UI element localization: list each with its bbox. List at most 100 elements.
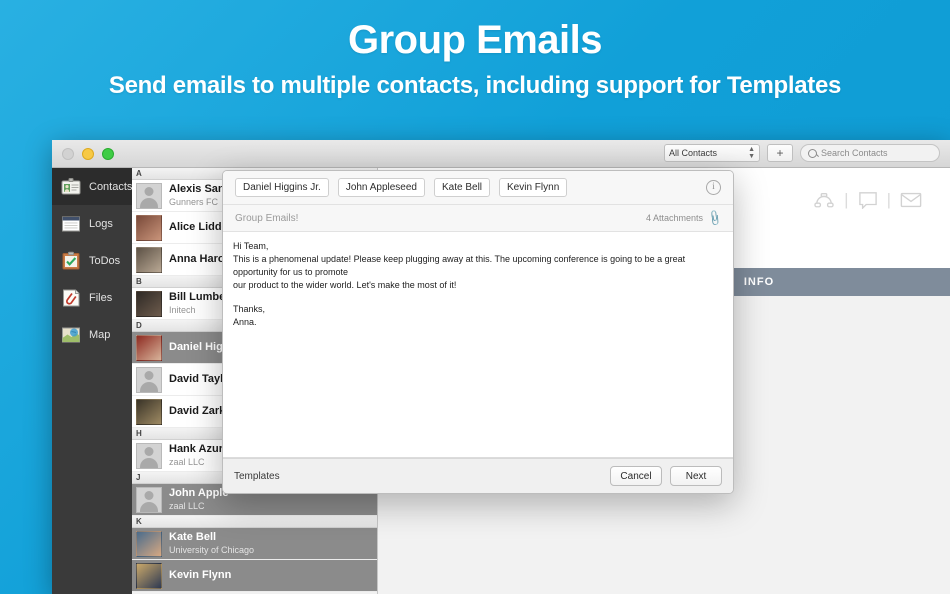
traffic-lights (62, 147, 114, 160)
avatar (136, 246, 162, 273)
clipboard-check-icon (60, 250, 82, 272)
promo-title: Group Emails (347, 18, 603, 62)
subject-value: Group Emails! (235, 212, 299, 224)
sidebar-item-todos[interactable]: ToDos (52, 242, 132, 279)
contact-name: John Apple (169, 487, 229, 499)
contact-row[interactable]: Kate Bell University of Chicago (132, 528, 377, 560)
recipient-token[interactable]: Daniel Higgins Jr. (235, 178, 329, 197)
avatar (136, 398, 162, 425)
maximize-window-button[interactable] (102, 147, 114, 160)
body-line-2: our product to the wider world. Let's ma… (233, 280, 457, 291)
chevron-updown-icon: ▲ ▼ (748, 146, 755, 160)
detail-action-icons: | | (813, 190, 922, 210)
contact-organization: Initech (169, 304, 196, 315)
message-icon[interactable] (858, 191, 878, 209)
avatar-placeholder (136, 182, 162, 209)
promo-header: Group Emails Send emails to multiple con… (0, 0, 950, 100)
avatar (136, 290, 162, 317)
dialog-footer: Templates Cancel Next (223, 458, 733, 493)
attachments-count: 4 Attachments (645, 213, 703, 223)
paperclip-icon[interactable]: 📎 (706, 209, 725, 228)
contact-row[interactable]: Kevin Flynn (132, 560, 377, 592)
contact-name: Kevin Flynn (169, 568, 232, 581)
next-label: Next (685, 470, 707, 482)
contact-name: Kate Bell (169, 531, 217, 543)
contact-name: David Taylo (169, 372, 230, 385)
contact-info: John Apple zaal LLC (169, 487, 228, 512)
tab-info-label: INFO (743, 276, 775, 288)
body-closing: Thanks, (233, 304, 266, 315)
contact-name: Hank Azure (169, 443, 230, 455)
contact-info: Bill Lumber Initech (169, 291, 230, 316)
subject-row[interactable]: Group Emails! 4 Attachments 📎 (223, 205, 733, 232)
footer-actions: Cancel Next (610, 466, 722, 486)
sidebar-item-label: Contacts (89, 180, 133, 193)
contact-info: David Taylo (169, 373, 230, 387)
sidebar-item-map[interactable]: Map (52, 316, 132, 353)
contact-info: Hank Azure zaal LLC (169, 443, 229, 468)
email-body[interactable]: Hi Team, This is a phenomenal update! Pl… (223, 232, 733, 458)
contact-name: Alice Lidde (169, 220, 228, 233)
avatar (136, 530, 162, 557)
add-contact-button[interactable]: + (767, 144, 793, 162)
contact-organization: University of Chicago (169, 544, 255, 555)
paperclip-icon (60, 287, 82, 309)
next-button[interactable]: Next (670, 466, 722, 486)
contact-name: Anna Haro (169, 252, 225, 265)
search-icon (808, 148, 817, 158)
search-contacts-field[interactable]: Search Contacts (800, 144, 940, 162)
sidebar-item-label: Map (89, 328, 111, 341)
contacts-section-header: K (132, 516, 377, 528)
recipient-token[interactable]: John Appleseed (337, 178, 425, 197)
divider: | (844, 190, 849, 209)
window-titlebar: All Contacts ▲ ▼ + Search Contacts (52, 140, 950, 168)
sidebar-item-logs[interactable]: Logs (52, 205, 132, 242)
info-icon[interactable]: i (706, 180, 721, 195)
contact-name: Daniel Higg (169, 340, 230, 353)
sidebar-item-label: ToDos (89, 254, 121, 267)
contact-name: Bill Lumber (169, 291, 230, 303)
recipient-token[interactable]: Kevin Flynn (499, 178, 568, 197)
body-signature: Anna. (233, 317, 257, 328)
cancel-button[interactable]: Cancel (610, 466, 662, 486)
templates-button[interactable]: Templates (234, 471, 280, 482)
cancel-label: Cancel (620, 470, 652, 482)
contact-info: Kevin Flynn (169, 569, 231, 583)
globe-map-icon (60, 324, 82, 346)
minimize-window-button[interactable] (82, 147, 94, 160)
phone-icon[interactable] (813, 191, 835, 209)
sidebar-item-contacts[interactable]: Contacts (52, 168, 132, 205)
sidebar: Contacts Logs ToDos Files Map (52, 168, 132, 594)
avatar-placeholder (136, 442, 162, 469)
avatar-placeholder (136, 366, 162, 393)
plus-icon: + (776, 146, 784, 160)
contact-info: Alice Lidde (169, 221, 228, 235)
body-greeting: Hi Team, (233, 241, 269, 251)
contact-info: Kate Bell University of Chicago (169, 531, 254, 556)
avatar (136, 562, 162, 589)
toolbar-right: All Contacts ▲ ▼ + Search Contacts (664, 144, 940, 162)
avatar-placeholder (136, 486, 162, 513)
group-filter-select[interactable]: All Contacts ▲ ▼ (664, 144, 760, 162)
envelope-icon[interactable] (900, 191, 922, 209)
avatar (136, 334, 162, 361)
promo-subtitle: Send emails to multiple contacts, includ… (108, 72, 842, 99)
sidebar-item-files[interactable]: Files (52, 279, 132, 316)
recipients-row[interactable]: Daniel Higgins Jr. John Appleseed Kate Bel… (223, 171, 733, 205)
notepad-icon (60, 213, 82, 235)
search-placeholder: Search Contacts (821, 148, 888, 158)
sidebar-item-label: Files (89, 291, 113, 304)
close-window-button[interactable] (62, 147, 74, 160)
contact-organization: zaal LLC (169, 456, 205, 467)
body-line-1: This is a phenomenal update! Please keep… (233, 254, 686, 278)
contact-organization: zaal LLC (169, 500, 205, 511)
id-card-icon (60, 176, 82, 198)
avatar (136, 214, 162, 241)
group-filter-value: All Contacts (669, 148, 718, 158)
sidebar-item-label: Logs (89, 217, 113, 230)
contact-info: Daniel Higg (169, 341, 230, 355)
compose-email-dialog: Daniel Higgins Jr. John Appleseed Kate Bel… (222, 170, 734, 494)
divider: | (886, 190, 891, 209)
contact-info: Anna Haro (169, 253, 225, 267)
recipient-token[interactable]: Kate Bell (433, 178, 491, 197)
